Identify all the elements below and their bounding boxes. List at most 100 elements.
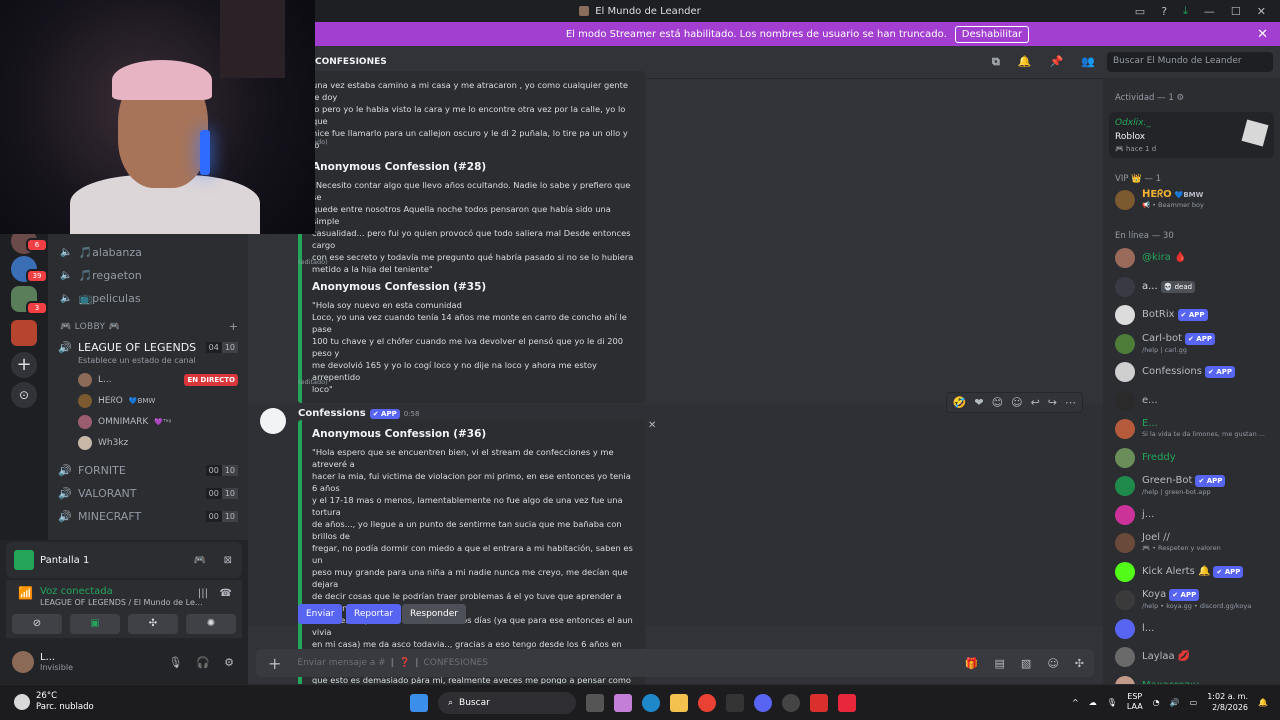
heart-reaction-icon[interactable]: ❤ <box>974 396 983 409</box>
activities-button[interactable]: ✣ <box>128 614 178 634</box>
battery-icon[interactable]: ▭ <box>1190 698 1198 707</box>
more-icon[interactable]: ⋯ <box>1065 396 1076 409</box>
windows-start-icon[interactable] <box>410 694 428 712</box>
keyboard-layout-label[interactable]: LAA <box>1127 702 1143 712</box>
taskbar-search[interactable]: ⌕ Buscar <box>438 692 576 714</box>
member-item[interactable]: Carl-bot ✔ APP/help | carl.gg <box>1115 332 1275 356</box>
obs-icon[interactable] <box>782 694 800 712</box>
notification-icon[interactable]: 🔔 <box>1258 698 1268 707</box>
minimize-icon[interactable]: — <box>1204 5 1215 18</box>
headphones-icon[interactable]: 🎧 <box>196 656 210 669</box>
send-button[interactable]: Enviar <box>298 604 343 624</box>
valorant-icon[interactable] <box>838 694 856 712</box>
channel-regaeton[interactable]: 🔈 🎵regaeton <box>60 269 142 282</box>
voice-user[interactable]: OMNIMARK 💜ᵀᵃᵍ <box>78 413 242 431</box>
cloud-icon[interactable]: ☁ <box>1089 698 1097 707</box>
volume-icon[interactable]: 🔊 <box>1170 698 1180 707</box>
member-item[interactable]: Freddy <box>1115 446 1275 470</box>
screen-share-button[interactable]: ▣ <box>70 614 120 634</box>
add-server-icon[interactable]: + <box>11 352 37 378</box>
gift-icon[interactable]: 🎁 <box>965 657 979 670</box>
chevron-up-icon[interactable]: ^ <box>1072 698 1079 707</box>
member-item[interactable]: Confessions ✔ APP <box>1115 360 1275 384</box>
edge-icon[interactable] <box>642 694 660 712</box>
message-composer[interactable]: + Enviar mensaje a # ❙ ❓ ❙ CONFESIONES 🎁… <box>256 649 1094 677</box>
voice-channel-minecraft[interactable]: 🔊 MINECRAFT 00 10 <box>58 506 242 526</box>
category-lobby[interactable]: 🎮 LOBBY 🎮 <box>60 322 120 332</box>
sticker-icon[interactable]: ▧ <box>1021 657 1031 670</box>
member-item[interactable]: Laylaa 💋 <box>1115 645 1275 669</box>
laugh-reaction-icon[interactable]: 🤣 <box>953 396 967 409</box>
pin-icon[interactable]: 📌 <box>1050 55 1064 69</box>
member-item[interactable]: @kira 🩸 <box>1115 246 1275 270</box>
language-label[interactable]: ESP <box>1127 692 1143 702</box>
member-item[interactable]: Maxacrez:v <box>1115 674 1275 684</box>
voice-channel-lol[interactable]: 🔊 LEAGUE OF LEGENDS 04 10 <box>58 337 242 357</box>
mic-icon[interactable]: 🎙 <box>1107 698 1117 707</box>
server-icon[interactable] <box>11 320 37 346</box>
member-item[interactable]: Joel ∕∕ 🎮 • Respeten y valoren <box>1115 531 1275 555</box>
bot-avatar[interactable] <box>260 408 286 434</box>
download-icon[interactable]: ⤓ <box>1183 4 1188 18</box>
gamepad-icon[interactable]: 🎮 <box>194 555 206 566</box>
voice-status[interactable]: Establece un estado de canal <box>78 356 196 365</box>
voice-channel-fornite[interactable]: 🔊 FORNITE 00 10 <box>58 460 242 480</box>
help-icon[interactable]: ? <box>1161 5 1167 18</box>
wifi-icon[interactable]: ◔ <box>1153 698 1160 707</box>
members-icon[interactable]: 👥 <box>1081 55 1095 69</box>
close-window-icon[interactable]: ✕ <box>1257 5 1266 18</box>
camera-toggle-button[interactable]: ⊘ <box>12 614 62 634</box>
stop-share-icon[interactable]: ⊠ <box>224 555 232 566</box>
voice-connected-label[interactable]: Voz conectada <box>40 586 113 597</box>
voice-channel-valorant[interactable]: 🔊 VALORANT 00 10 <box>58 483 242 503</box>
composer-placeholder[interactable]: Enviar mensaje a # ❙ ❓ ❙ CONFESIONES <box>297 658 488 668</box>
capcut-icon[interactable] <box>726 694 744 712</box>
voice-user[interactable]: ᕼEᖇO 💙BMW <box>78 392 242 410</box>
author-name[interactable]: Confessions <box>298 408 366 419</box>
close-banner-icon[interactable]: ✕ <box>1257 27 1268 42</box>
member-item[interactable]: a... 💀 dead <box>1115 275 1275 299</box>
member-item[interactable]: Koya ✔ APP/help • koya.gg • discord.gg/ko… <box>1115 588 1275 612</box>
explore-icon[interactable]: ⊙ <box>11 382 37 408</box>
forward-icon[interactable]: ↪ <box>1048 396 1057 409</box>
disconnect-icon[interactable]: ☎ <box>220 588 232 599</box>
message[interactable]: Confessions ✔ APP 0:58 🤣 ❤ 😊 ☺ ↩ ↪ ⋯ Ano… <box>248 392 1103 684</box>
noise-suppression-icon[interactable]: ||| <box>198 588 208 599</box>
member-item[interactable]: ᕼEᖇO 💙BMW 📢 • Beammer boy <box>1115 188 1275 212</box>
voice-user[interactable]: Wh3kz <box>78 434 242 452</box>
current-user[interactable]: L... Invisible 🎙 🎧 ⚙ <box>6 644 242 680</box>
attach-icon[interactable]: + <box>268 654 281 673</box>
file-explorer-icon[interactable] <box>670 694 688 712</box>
gif-icon[interactable]: ▤ <box>995 657 1005 670</box>
member-item[interactable]: Kick Alerts 🔔 ✔ APP <box>1115 560 1275 584</box>
maximize-icon[interactable]: ☐ <box>1231 5 1241 18</box>
emoji-icon[interactable]: ☺ <box>1047 657 1058 670</box>
reply-button[interactable]: Responder <box>402 604 466 624</box>
app-icon[interactable] <box>810 694 828 712</box>
channel-peliculas[interactable]: 🔈 📺peliculas <box>60 292 141 305</box>
bell-icon[interactable]: 🔔 <box>1018 55 1032 69</box>
apps-icon[interactable]: ✣ <box>1075 657 1084 670</box>
add-reaction-icon[interactable]: ☺ <box>1011 396 1022 409</box>
discord-icon[interactable] <box>754 694 772 712</box>
inbox-icon[interactable]: ▭ <box>1135 5 1145 18</box>
member-item[interactable]: BotRix ✔ APP <box>1115 303 1275 327</box>
screen-share-card[interactable]: Pantalla 1 🎮 ⊠ <box>6 542 242 578</box>
voice-location[interactable]: LEAGUE OF LEGENDS / El Mundo de Le... <box>40 598 203 607</box>
member-item[interactable]: E... Si la vida te da limones, me gustan … <box>1115 417 1275 441</box>
chrome-icon[interactable] <box>698 694 716 712</box>
add-channel-icon[interactable]: + <box>229 320 238 333</box>
channel-alabanza[interactable]: 🔈 🎵alabanza <box>60 246 142 259</box>
task-view-icon[interactable] <box>586 694 604 712</box>
threads-icon[interactable]: ⧉ <box>992 55 1000 69</box>
activity-card[interactable]: Odxlix._ Roblox 🎮 hace 1 d <box>1109 112 1274 158</box>
smile-reaction-icon[interactable]: 😊 <box>992 396 1003 409</box>
disable-streamer-button[interactable]: Deshabilitar <box>954 25 1030 43</box>
member-item[interactable]: j... <box>1115 503 1275 527</box>
member-item[interactable]: e... <box>1115 389 1275 413</box>
reply-icon[interactable]: ↩ <box>1031 396 1040 409</box>
copilot-icon[interactable] <box>614 694 632 712</box>
soundboard-button[interactable]: ✺ <box>186 614 236 634</box>
weather-widget[interactable]: 26°C Parc. nublado <box>14 691 94 713</box>
search-input[interactable]: Buscar El Mundo de Leander <box>1107 52 1273 72</box>
